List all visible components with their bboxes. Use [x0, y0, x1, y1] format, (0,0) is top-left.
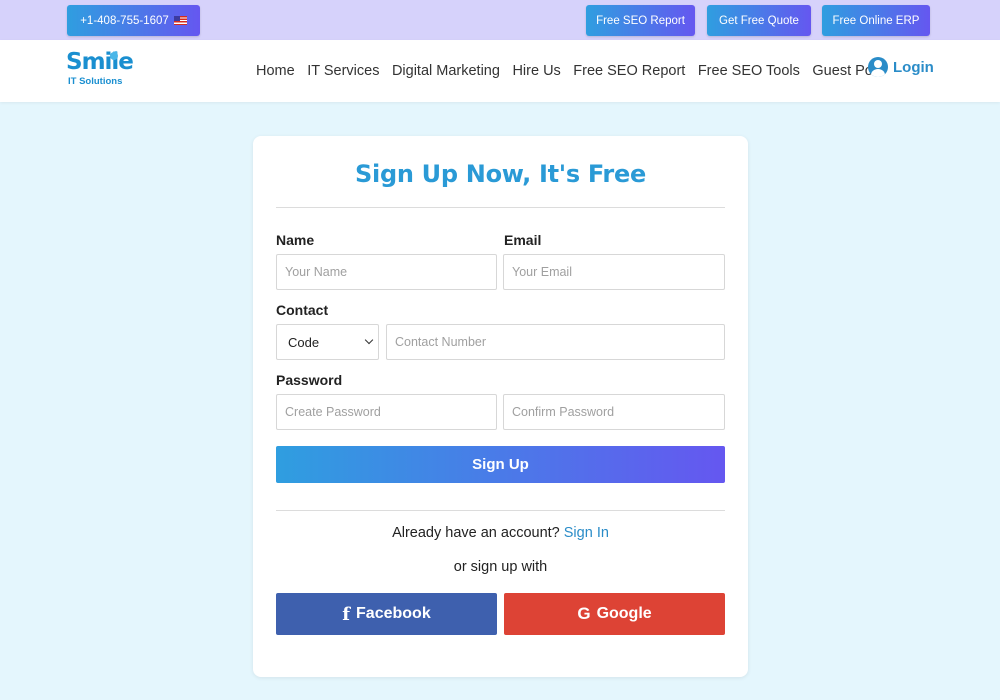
country-code-value: Code	[288, 334, 320, 350]
signup-card: Sign Up Now, It's Free Name Email Contac…	[253, 136, 748, 677]
logo-wordmark: Smile	[66, 49, 134, 75]
get-free-quote-button[interactable]: Get Free Quote	[707, 5, 811, 36]
or-sign-up-text: or sign up with	[453, 559, 548, 575]
email-input[interactable]	[503, 254, 725, 290]
free-seo-report-button[interactable]: Free SEO Report	[586, 5, 695, 36]
logo[interactable]: Smile IT Solutions	[66, 49, 138, 89]
already-account-label: Already have an account?	[392, 525, 560, 541]
name-label: Name	[276, 232, 315, 248]
contact-label: Contact	[276, 302, 329, 318]
google-signup-button[interactable]: G Google	[504, 593, 725, 635]
sign-in-link[interactable]: Sign In	[564, 525, 609, 541]
login-link[interactable]: Login	[868, 57, 934, 77]
email-label: Email	[504, 232, 542, 248]
us-flag-icon	[173, 16, 187, 25]
free-online-erp-button[interactable]: Free Online ERP	[822, 5, 930, 36]
nav-digital-marketing[interactable]: Digital Marketing	[392, 63, 500, 79]
country-code-select[interactable]: Code	[276, 324, 379, 360]
create-password-input[interactable]	[276, 394, 497, 430]
login-label: Login	[893, 58, 934, 76]
google-icon: G	[577, 604, 591, 623]
name-input[interactable]	[276, 254, 497, 290]
google-label: Google	[596, 605, 652, 622]
logo-subtitle: IT Solutions	[68, 76, 123, 87]
nav-home[interactable]: Home	[256, 63, 295, 79]
contact-number-input[interactable]	[386, 324, 725, 360]
facebook-icon: f	[342, 603, 351, 625]
form-divider	[276, 510, 725, 511]
signup-button[interactable]: Sign Up	[276, 446, 725, 483]
nav-free-seo-report[interactable]: Free SEO Report	[573, 63, 685, 79]
signup-title: Sign Up Now, It's Free	[355, 160, 646, 188]
nav-hire-us[interactable]: Hire Us	[512, 63, 560, 79]
title-divider	[276, 207, 725, 208]
facebook-signup-button[interactable]: f Facebook	[276, 593, 497, 635]
phone-button[interactable]: +1-408-755-1607	[67, 5, 200, 36]
confirm-password-input[interactable]	[503, 394, 725, 430]
nav-it-services[interactable]: IT Services	[307, 63, 379, 79]
user-circle-icon	[868, 57, 888, 77]
password-label: Password	[276, 372, 343, 388]
already-account-text: Already have an account? Sign In	[253, 525, 748, 541]
main-nav: Home IT Services Digital Marketing Hire …	[256, 40, 897, 102]
facebook-label: Facebook	[356, 605, 431, 622]
chevron-down-icon	[364, 335, 374, 345]
top-bar: +1-408-755-1607 Free SEO Report Get Free…	[0, 0, 1000, 40]
phone-number: +1-408-755-1607	[80, 14, 169, 27]
nav-free-seo-tools[interactable]: Free SEO Tools	[698, 63, 800, 79]
